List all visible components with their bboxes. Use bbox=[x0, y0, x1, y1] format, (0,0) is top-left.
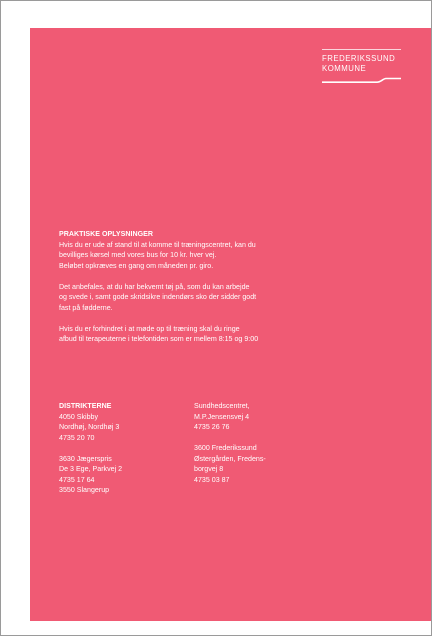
phone-number: 4735 26 76 bbox=[194, 423, 230, 431]
address-line: Østergården, Fredens- bbox=[194, 454, 266, 463]
address-line: Sundhedscentret, bbox=[194, 402, 250, 410]
text-line: Beløbet opkræves en gang om måneden pr. … bbox=[59, 261, 214, 270]
districts-heading: DISTRIKTERNE bbox=[59, 402, 112, 410]
phone-number: 4735 20 70 bbox=[59, 433, 95, 442]
practical-heading: PRAKTISKE OPLYSNINGER bbox=[59, 230, 153, 238]
text-line: Det anbefales, at du har bekvemt tøj på,… bbox=[59, 282, 250, 291]
text-line: bevilliges kørsel med vores bus for 10 k… bbox=[59, 251, 217, 259]
pink-panel: FREDERIKSSUND KOMMUNE PRAKTISKE OPLYSNIN… bbox=[30, 28, 431, 621]
address-line: 3550 Slangerup bbox=[59, 486, 110, 494]
logo-line-1: FREDERIKSSUND bbox=[322, 54, 396, 63]
districts-right-column: Sundhedscentret, M.P.Jensensvej 4 4735 2… bbox=[194, 401, 266, 485]
address-line: 3600 Frederikssund bbox=[194, 444, 257, 452]
address-line: M.P.Jensensvej 4 bbox=[194, 412, 250, 421]
address-line: borgvej 8 bbox=[194, 465, 224, 473]
districts-left-column: DISTRIKTERNE 4050 Skibby Nordhøj, Nordhø… bbox=[59, 401, 122, 496]
logo-top-rule bbox=[322, 49, 401, 50]
text-line: afbud til terapeuterne i telefontiden so… bbox=[59, 335, 259, 343]
logo-text: FREDERIKSSUND KOMMUNE bbox=[322, 54, 401, 73]
practical-paragraph-3: Hvis du er forhindret i at møde op til t… bbox=[59, 324, 258, 345]
phone-number: 4735 03 87 bbox=[194, 475, 230, 484]
text-line: fast på fødderne. bbox=[59, 303, 113, 312]
text-line: Hvis du er ude af stand til at komme til… bbox=[59, 240, 256, 249]
document-page: FREDERIKSSUND KOMMUNE PRAKTISKE OPLYSNIN… bbox=[0, 0, 432, 636]
text-line: Hvis du er forhindret i at møde op til t… bbox=[59, 324, 240, 333]
practical-paragraph-2: Det anbefales, at du har bekvemt tøj på,… bbox=[59, 282, 258, 314]
phone-number: 4735 17 64 bbox=[59, 475, 95, 484]
address-line: 4050 Skibby bbox=[59, 412, 99, 421]
practical-paragraph-1: Hvis du er ude af stand til at komme til… bbox=[59, 240, 258, 272]
logo-wave-icon bbox=[322, 77, 401, 83]
address-line: 3630 Jægerspris bbox=[59, 454, 112, 463]
practical-info-section: PRAKTISKE OPLYSNINGER Hvis du er ude af … bbox=[59, 229, 258, 345]
text-line: og svede i, samt gode skridsikre indendø… bbox=[59, 293, 257, 301]
logo-line-2: KOMMUNE bbox=[322, 63, 367, 73]
municipality-logo: FREDERIKSSUND KOMMUNE bbox=[322, 49, 401, 85]
address-line: Nordhøj, Nordhøj 3 bbox=[59, 423, 120, 431]
address-line: De 3 Ege, Parkvej 2 bbox=[59, 465, 123, 473]
